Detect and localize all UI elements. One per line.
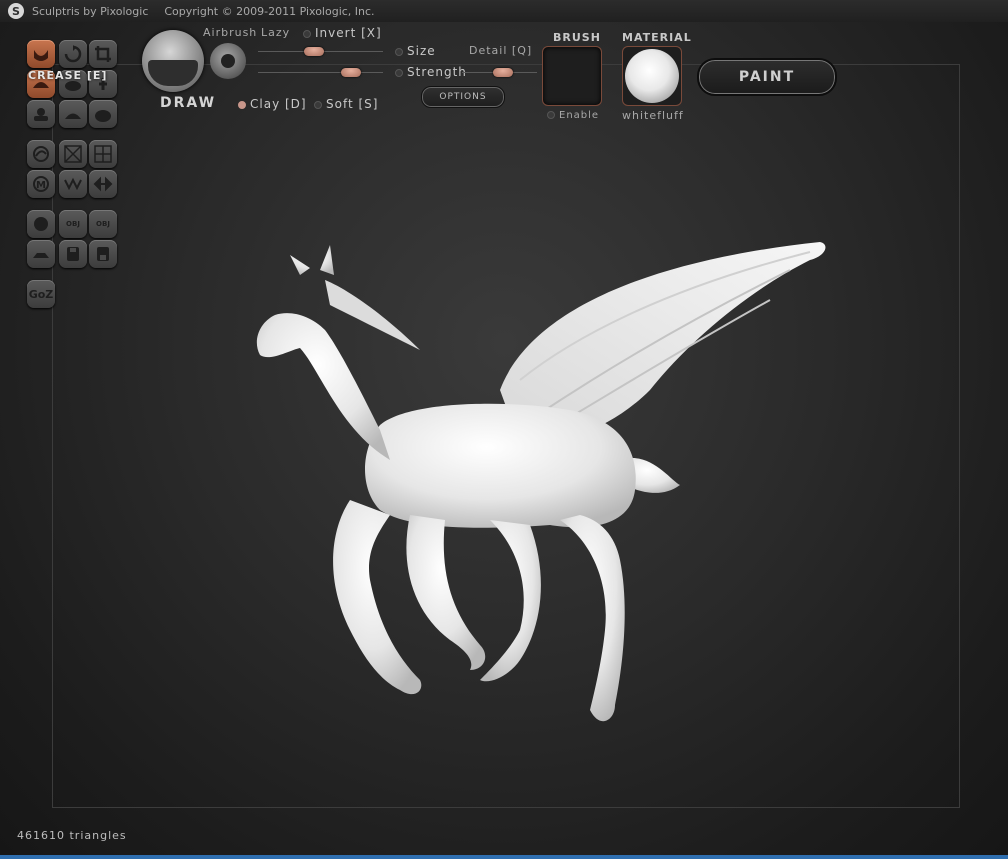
rotate-icon [64,45,82,63]
export-obj-button[interactable]: OBJ [89,210,117,238]
invert-label: Invert [X] [315,26,382,40]
crease-shortcut-label: CREASE [E] [28,69,108,82]
symmetry-icon [33,146,49,162]
size-slider-knob[interactable] [304,47,325,56]
strength-slider-knob[interactable] [340,68,361,77]
save-file-button[interactable] [89,240,117,268]
grab-tool-button[interactable] [89,100,117,128]
enable-label: Enable [559,110,600,121]
airbrush-toggle[interactable]: Airbrush [203,26,257,39]
sculptris-logo-icon: S [8,3,24,19]
stroke-preview-icon[interactable] [210,43,246,79]
size-bullet-icon [395,47,403,56]
material-sphere-icon [625,49,679,103]
svg-text:M: M [36,180,46,191]
import-obj-label: OBJ [66,220,80,228]
grid-tool-button[interactable] [89,140,117,168]
taskbar-edge [0,855,1008,859]
paint-mode-button[interactable]: PAINT [697,58,837,96]
open-disk-icon [67,247,79,261]
goz-button[interactable]: GoZ [27,280,55,308]
size-label-group: Size [395,44,436,58]
detail-slider-knob[interactable] [493,68,514,77]
material-name: whitefluff [622,109,684,122]
draw-tool-button[interactable] [27,40,55,68]
strength-label-group: Strength [395,65,467,79]
sculpt-viewport[interactable] [230,230,850,750]
triangle-count: 461610 triangles [17,829,127,842]
brush-preview-icon[interactable] [142,30,204,92]
soft-toggle[interactable]: Soft [S] [314,97,378,111]
app-title: Sculptris by Pixologic [32,4,149,18]
mask-icon: M [33,176,49,192]
clay-radio-icon [238,100,246,109]
material-header: MATERIAL [622,31,692,44]
brush-texture-slot[interactable] [542,46,602,106]
strength-slider-track[interactable] [258,72,383,73]
options-button[interactable]: OPTIONS [421,86,505,108]
lazy-toggle[interactable]: Lazy [261,26,290,39]
clay-label: Clay [D] [250,97,307,111]
material-slot[interactable] [622,46,682,106]
import-obj-button[interactable]: OBJ [59,210,87,238]
wireframe-tool-button[interactable] [59,140,87,168]
enable-radio-icon [547,111,555,119]
wireframe-icon [64,145,82,163]
soft-label: Soft [S] [326,97,379,111]
new-sphere-button[interactable] [27,210,55,238]
sphere-icon [34,217,48,231]
invert-toggle[interactable]: Invert [X] [303,26,382,40]
reduce-tool-button[interactable] [59,170,87,198]
strength-bullet-icon [395,68,403,77]
flatten-icon [34,108,48,121]
clay-toggle[interactable]: Clay [D] [238,97,307,111]
crop-tool-button[interactable] [89,40,117,68]
crop-icon [95,46,111,62]
rotate-tool-button[interactable] [59,40,87,68]
draw-icon [34,50,48,61]
export-obj-label: OBJ [96,220,110,228]
open-file-button[interactable] [59,240,87,268]
grid-icon [94,145,112,163]
smooth-icon [65,113,81,119]
plane-icon [33,253,49,258]
detail-label: Detail [Q] [469,44,533,57]
brush-enable-toggle[interactable]: Enable [547,110,599,121]
soft-radio-icon [314,100,322,109]
brush-mode-label: DRAW [160,95,217,111]
new-plane-button[interactable] [27,240,55,268]
mirror-tool-button[interactable] [89,170,117,198]
grab-icon [95,110,111,122]
symmetry-tool-button[interactable] [27,140,55,168]
title-bar: S Sculptris by Pixologic Copyright © 200… [0,0,1008,22]
flatten-tool-button[interactable] [27,100,55,128]
smooth-tool-button[interactable] [59,100,87,128]
pegasus-model [256,242,826,722]
mask-tool-button[interactable]: M [27,170,55,198]
save-disk-icon [97,247,109,261]
invert-radio-icon [303,29,311,38]
goz-label: GoZ [28,287,54,301]
mirror-arrows-icon [93,176,113,192]
size-label: Size [407,44,436,58]
brush-header: BRUSH [553,31,601,44]
strength-label: Strength [407,65,467,79]
copyright-text: Copyright © 2009-2011 Pixologic, Inc. [164,4,375,18]
reduce-icon [64,177,82,191]
